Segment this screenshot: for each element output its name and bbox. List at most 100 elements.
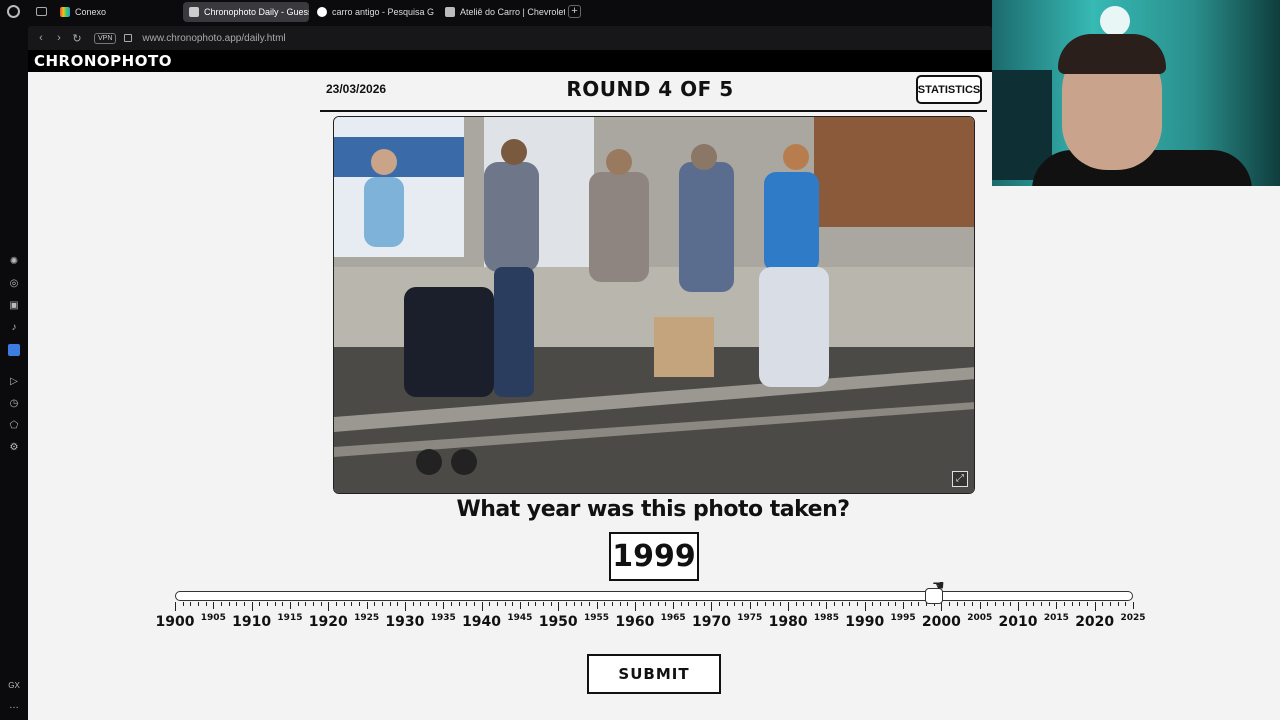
slider-tick bbox=[956, 602, 958, 606]
slider-tick bbox=[320, 602, 322, 606]
tab-chronophoto[interactable]: Chronophoto Daily - Guess bbox=[183, 2, 309, 22]
tab-atelie-carro[interactable]: Ateliê do Carro | Chevrolet bbox=[439, 2, 565, 22]
year-slider-ticks bbox=[175, 602, 1134, 612]
slider-tick bbox=[228, 602, 230, 606]
slider-tick bbox=[404, 602, 406, 611]
tab-conexo[interactable]: Conexo bbox=[54, 2, 180, 22]
back-icon[interactable]: ‹ bbox=[32, 32, 50, 44]
slider-tick bbox=[374, 602, 376, 606]
slider-tick bbox=[849, 602, 851, 606]
slider-tick bbox=[420, 602, 422, 606]
slider-tick bbox=[1133, 602, 1134, 609]
slider-tick bbox=[673, 602, 675, 609]
slider-tick bbox=[941, 602, 943, 611]
slider-tick bbox=[1010, 602, 1012, 606]
url-field[interactable]: www.chronophoto.app/daily.html bbox=[142, 33, 285, 44]
slider-tick bbox=[297, 602, 299, 606]
slider-label-minor: 1975 bbox=[737, 613, 763, 623]
slider-tick bbox=[880, 602, 882, 606]
new-tab-button[interactable]: + bbox=[568, 5, 581, 18]
slider-tick bbox=[872, 602, 874, 606]
slider-tick bbox=[795, 602, 797, 606]
slider-tick bbox=[412, 602, 414, 606]
tiktok-icon[interactable]: ♪ bbox=[8, 322, 20, 334]
submit-button[interactable]: SUBMIT bbox=[587, 654, 721, 694]
slider-tick bbox=[512, 602, 514, 606]
slider-tick bbox=[328, 602, 330, 611]
slider-label-minor: 1955 bbox=[583, 613, 610, 623]
slider-tick bbox=[642, 602, 644, 606]
slider-tick bbox=[550, 602, 552, 606]
vpn-badge[interactable]: VPN bbox=[94, 32, 117, 44]
history-icon[interactable]: ◷ bbox=[8, 398, 20, 410]
slider-tick bbox=[573, 602, 575, 606]
slider-tick bbox=[588, 602, 590, 606]
slider-tick bbox=[734, 602, 736, 606]
slider-tick bbox=[964, 602, 966, 606]
tab-google-search[interactable]: carro antigo - Pesquisa G bbox=[311, 2, 437, 22]
slider-label-major: 1930 bbox=[385, 614, 425, 630]
slider-tick bbox=[864, 602, 866, 611]
slider-tick bbox=[711, 602, 713, 611]
app-icon[interactable] bbox=[8, 344, 20, 356]
slider-tick bbox=[1041, 602, 1043, 606]
camera-icon bbox=[189, 7, 199, 17]
slider-tick bbox=[665, 602, 667, 606]
tab-overview-icon[interactable] bbox=[36, 7, 47, 16]
slider-tick bbox=[1087, 602, 1089, 606]
slider-label-minor: 2015 bbox=[1043, 613, 1069, 623]
slider-tick bbox=[826, 602, 828, 609]
hand-cursor-icon: ☚ bbox=[932, 577, 945, 593]
slider-label-major: 2020 bbox=[1075, 614, 1115, 630]
slider-tick bbox=[312, 602, 314, 606]
slider-tick bbox=[504, 602, 506, 606]
slider-tick bbox=[182, 602, 184, 606]
slider-tick bbox=[1125, 602, 1127, 606]
header-divider bbox=[320, 110, 987, 112]
browser-sidebar: ✺ ◎ ▣ ♪ ▷ ◷ ⬠ ⚙ GX … bbox=[0, 24, 28, 720]
statistics-button[interactable]: STATISTICS bbox=[916, 75, 982, 104]
slider-tick bbox=[650, 602, 652, 606]
site-brand[interactable]: CHRONOPHOTO bbox=[34, 52, 172, 70]
send-icon[interactable]: ▷ bbox=[8, 376, 20, 388]
ai-icon[interactable]: ✺ bbox=[8, 256, 20, 268]
slider-tick bbox=[443, 602, 445, 609]
slider-tick bbox=[811, 602, 813, 606]
slider-tick bbox=[995, 602, 997, 606]
fullscreen-expand-icon[interactable]: ⤢ bbox=[952, 471, 968, 487]
slider-tick bbox=[190, 602, 192, 606]
slider-tick bbox=[343, 602, 345, 606]
slider-tick bbox=[251, 602, 253, 611]
opera-logo-icon[interactable] bbox=[7, 5, 20, 18]
whatsapp-icon[interactable]: ◎ bbox=[8, 278, 20, 290]
lock-icon[interactable] bbox=[124, 34, 133, 42]
webcam-overlay bbox=[992, 0, 1280, 186]
extensions-icon[interactable]: ⬠ bbox=[8, 420, 20, 432]
slider-tick bbox=[634, 602, 636, 611]
slider-tick bbox=[726, 602, 728, 606]
game-date: 23/03/2026 bbox=[326, 82, 387, 96]
slider-label-major: 1910 bbox=[232, 614, 272, 630]
instagram-icon[interactable]: ▣ bbox=[8, 300, 20, 312]
reload-icon[interactable]: ↻ bbox=[68, 32, 86, 45]
slider-tick bbox=[558, 602, 560, 611]
slider-label-major: 2010 bbox=[998, 614, 1038, 630]
slider-tick bbox=[427, 602, 429, 606]
slider-label-major: 1960 bbox=[615, 614, 655, 630]
slider-tick bbox=[887, 602, 889, 606]
slider-tick bbox=[358, 602, 360, 606]
slider-label-minor: 2005 bbox=[967, 613, 993, 623]
slider-tick bbox=[335, 602, 337, 606]
site-header: CHRONOPHOTO bbox=[28, 50, 992, 72]
slider-tick bbox=[719, 602, 721, 606]
forward-icon[interactable]: › bbox=[50, 32, 68, 44]
slider-tick bbox=[903, 602, 905, 609]
question-text: What year was this photo taken? bbox=[456, 497, 850, 522]
more-icon[interactable]: … bbox=[8, 700, 20, 712]
slider-tick bbox=[481, 602, 483, 611]
year-slider-track[interactable] bbox=[175, 591, 1133, 601]
google-icon bbox=[317, 7, 327, 17]
settings-gear-icon[interactable]: ⚙ bbox=[8, 442, 20, 454]
slider-tick bbox=[213, 602, 215, 609]
slider-tick bbox=[466, 602, 468, 606]
